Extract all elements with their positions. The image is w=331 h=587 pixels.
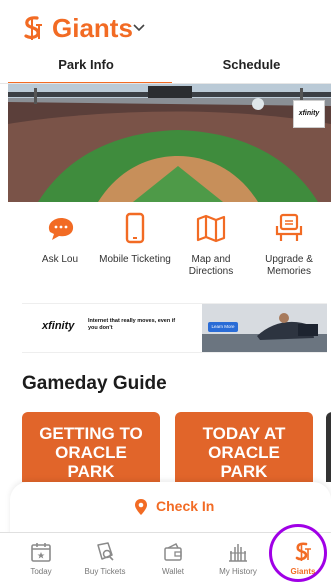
sponsor-logo: xfinity — [293, 100, 325, 128]
giants-logo-icon — [295, 542, 311, 561]
nav-label: Buy Tickets — [84, 567, 126, 576]
ad-cta-button[interactable]: Learn More — [208, 322, 238, 332]
card-line: ORACLE — [55, 443, 127, 462]
nav-label: My History — [219, 567, 257, 576]
nav-label: Today — [30, 567, 52, 576]
wallet-icon — [164, 542, 182, 561]
card-line: PARK — [67, 462, 115, 481]
card-line: GETTING TO — [39, 424, 143, 443]
section-title: Gameday Guide — [22, 373, 167, 394]
map-directions-label: Map and Directions — [188, 254, 234, 277]
app-screen: SF Giants Park Info Schedule — [0, 0, 331, 587]
nav-giants[interactable]: Giants — [271, 537, 331, 585]
mobile-ticketing-label: Mobile Ticketing — [99, 254, 171, 265]
bottom-nav: Today Buy Tickets Wallet My History Gian… — [0, 532, 331, 587]
giants-logo-icon: SF — [22, 15, 44, 41]
ad-copy: Internet that really moves, even if you … — [88, 318, 176, 331]
nav-wallet[interactable]: Wallet — [141, 537, 205, 585]
card-title: TODAY AT ORACLE PARK — [175, 424, 313, 481]
gameday-card[interactable]: TODAY AT ORACLE PARK — [175, 412, 313, 482]
team-selector[interactable]: Giants — [52, 13, 133, 44]
card-title: GETTING TO ORACLE PARK — [22, 424, 160, 481]
gameday-card-partial[interactable] — [326, 412, 331, 482]
ticket-icon — [97, 542, 114, 561]
header: SF Giants — [0, 0, 331, 48]
chat-bubble-icon — [48, 218, 74, 240]
chevron-down-icon[interactable] — [132, 22, 146, 34]
stadium-hero-image[interactable]: xfinity — [8, 84, 331, 202]
ad-brand: xfinity — [42, 320, 75, 332]
phone-icon — [125, 212, 145, 244]
card-line: TODAY AT — [202, 424, 286, 443]
nav-label: Giants — [290, 567, 316, 576]
tab-park-info[interactable]: Park Info — [0, 48, 172, 84]
calendar-icon — [31, 543, 51, 562]
card-line: ORACLE — [208, 443, 280, 462]
upgrade-memories-label: Upgrade & Memories — [265, 254, 313, 277]
check-in-button[interactable]: Check In — [10, 482, 331, 532]
nav-buy-tickets[interactable]: Buy Tickets — [73, 537, 137, 585]
location-pin-icon — [135, 499, 147, 515]
tab-bar: Park Info Schedule — [0, 48, 331, 85]
nav-today[interactable]: Today — [9, 537, 73, 585]
nav-label: Wallet — [162, 567, 184, 576]
tab-schedule[interactable]: Schedule — [172, 48, 331, 84]
ad-banner[interactable]: xfinity Internet that really moves, even… — [22, 303, 327, 353]
gameday-card[interactable]: GETTING TO ORACLE PARK — [22, 412, 160, 482]
gameday-cards: GETTING TO ORACLE PARK TODAY AT ORACLE P… — [0, 412, 331, 482]
check-in-label: Check In — [156, 498, 215, 514]
ask-lou-label: Ask Lou — [41, 254, 79, 265]
quick-actions: Ask Lou Mobile Ticketing Map and Directi… — [0, 208, 331, 288]
stadium-icon — [229, 544, 247, 562]
map-icon — [196, 214, 226, 243]
seat-icon — [275, 213, 303, 241]
card-line: PARK — [220, 462, 268, 481]
nav-my-history[interactable]: My History — [206, 537, 270, 585]
